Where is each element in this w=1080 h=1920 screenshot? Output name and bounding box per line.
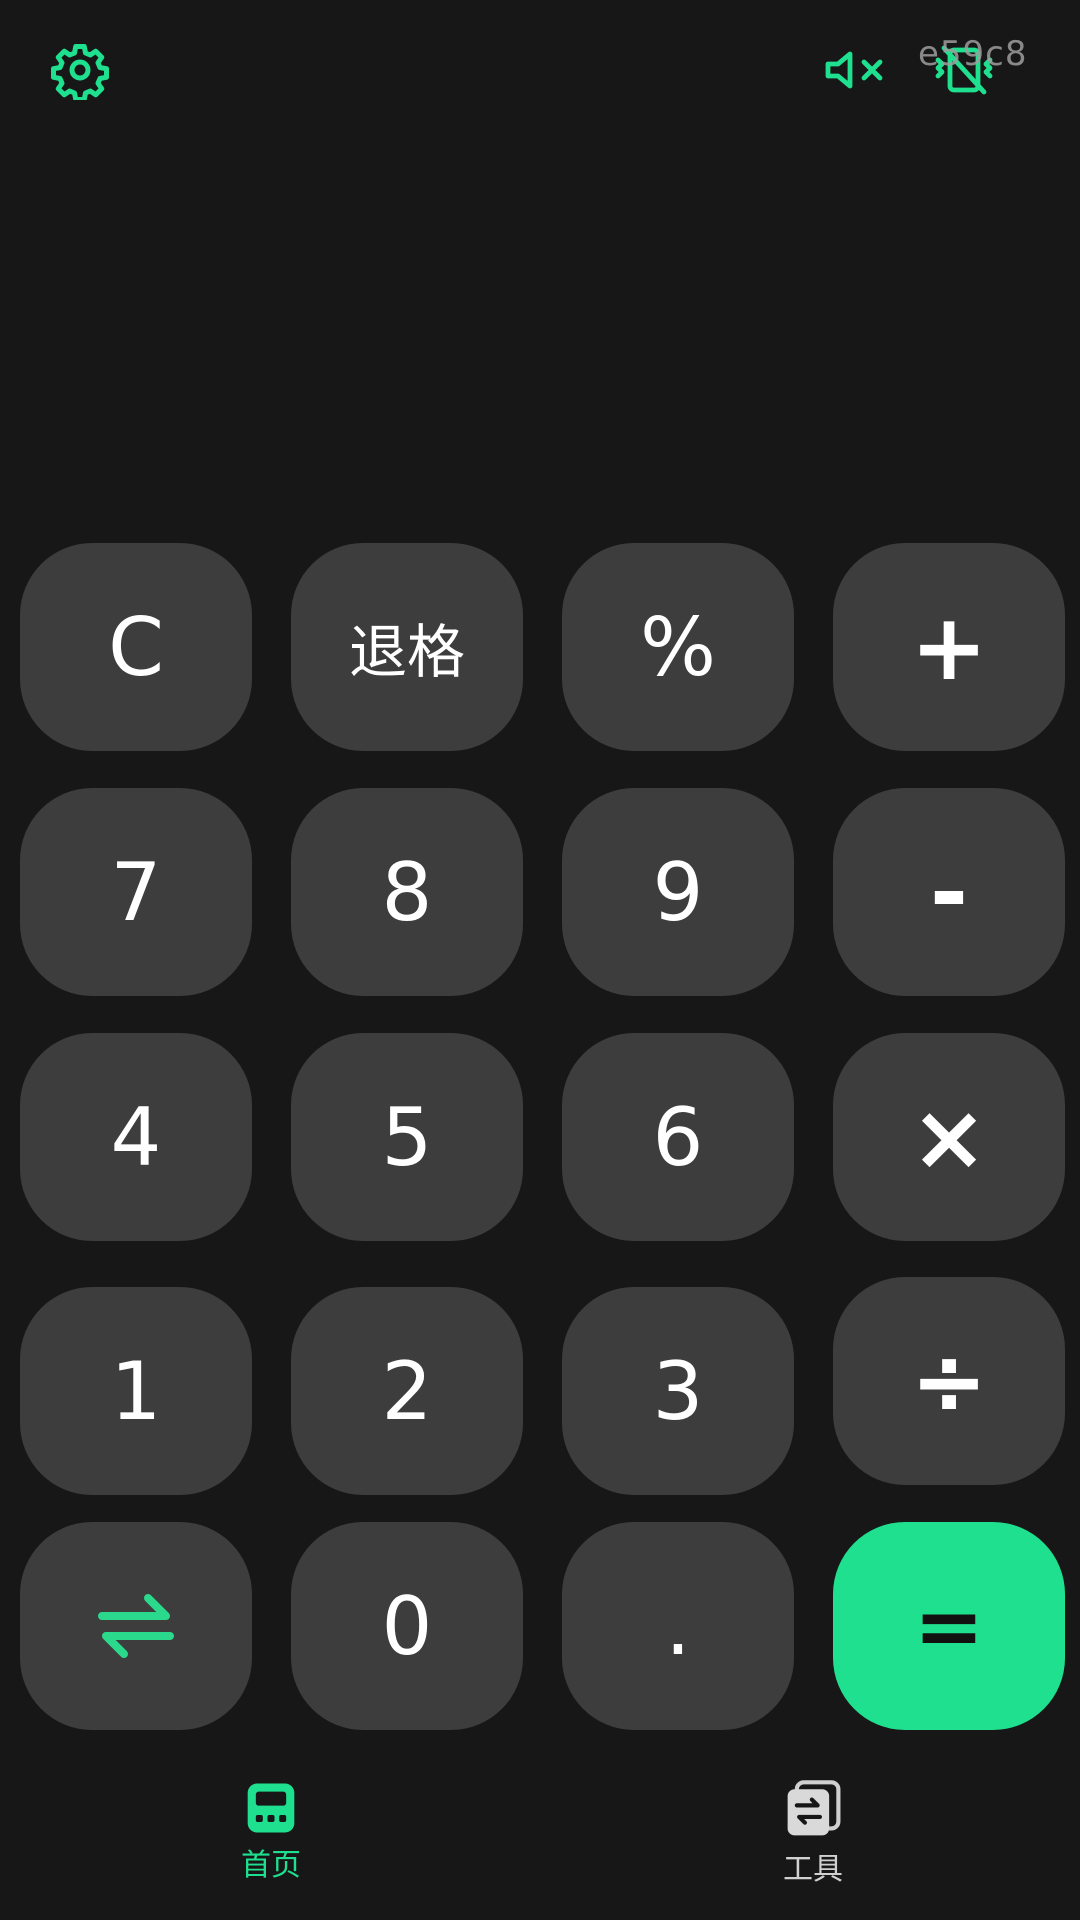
- bottom-navigation: 首页 工具: [0, 1780, 1080, 1920]
- percent-button[interactable]: %: [562, 543, 794, 751]
- digit-9-button[interactable]: 9: [562, 788, 794, 996]
- nav-label-home: 首页: [241, 1848, 301, 1883]
- digit-6-button[interactable]: 6: [562, 1033, 794, 1241]
- divide-button[interactable]: ÷: [833, 1277, 1065, 1485]
- equals-button[interactable]: =: [833, 1522, 1065, 1730]
- tools-convert-icon: [787, 1780, 841, 1836]
- nav-item-home[interactable]: 首页: [171, 1780, 371, 1920]
- digit-5-button[interactable]: 5: [291, 1033, 523, 1241]
- backspace-button[interactable]: 退格: [291, 543, 523, 751]
- calculator-icon: [247, 1783, 295, 1833]
- plus-button[interactable]: +: [833, 543, 1065, 751]
- digit-0-button[interactable]: 0: [291, 1522, 523, 1730]
- swap-button[interactable]: [20, 1522, 252, 1730]
- digit-1-button[interactable]: 1: [20, 1287, 252, 1495]
- digit-3-button[interactable]: 3: [562, 1287, 794, 1495]
- decimal-point-button[interactable]: .: [562, 1522, 794, 1730]
- digit-8-button[interactable]: 8: [291, 788, 523, 996]
- swap-arrows-icon: [98, 1594, 174, 1658]
- nav-label-tools: 工具: [783, 1852, 843, 1887]
- digit-7-button[interactable]: 7: [20, 788, 252, 996]
- digit-4-button[interactable]: 4: [20, 1033, 252, 1241]
- keypad: C 退格 % + 7 8 9 - 4 5 6 × 1 2 3 ÷ 0 . =: [0, 0, 1080, 1920]
- minus-button[interactable]: -: [833, 788, 1065, 996]
- clear-button[interactable]: C: [20, 543, 252, 751]
- digit-2-button[interactable]: 2: [291, 1287, 523, 1495]
- multiply-button[interactable]: ×: [833, 1033, 1065, 1241]
- nav-item-tools[interactable]: 工具: [713, 1780, 913, 1920]
